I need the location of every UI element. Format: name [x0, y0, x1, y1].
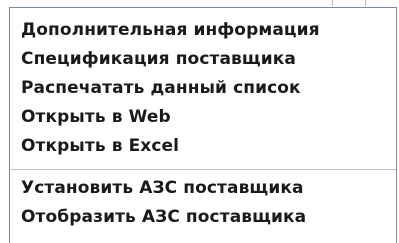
menu-item-open-in-excel[interactable]: Открыть в Excel — [10, 132, 396, 161]
menu-item-show-supplier-station[interactable]: Отобразить АЗС поставщика — [10, 203, 396, 232]
menu-item-open-in-web[interactable]: Открыть в Web — [10, 103, 396, 132]
menu-item-set-supplier-station[interactable]: Установить АЗС поставщика — [10, 174, 396, 203]
menu-item-supplier-specification[interactable]: Спецификация поставщика — [10, 45, 396, 74]
menu-item-print-list[interactable]: Распечатать данный список — [10, 74, 396, 103]
menu-separator — [10, 169, 396, 170]
background-column-divider — [365, 0, 366, 6]
background-column-divider — [332, 0, 333, 6]
menu-item-additional-info[interactable]: Дополнительная информация — [10, 16, 396, 45]
context-menu: Дополнительная информация Спецификация п… — [9, 7, 397, 243]
